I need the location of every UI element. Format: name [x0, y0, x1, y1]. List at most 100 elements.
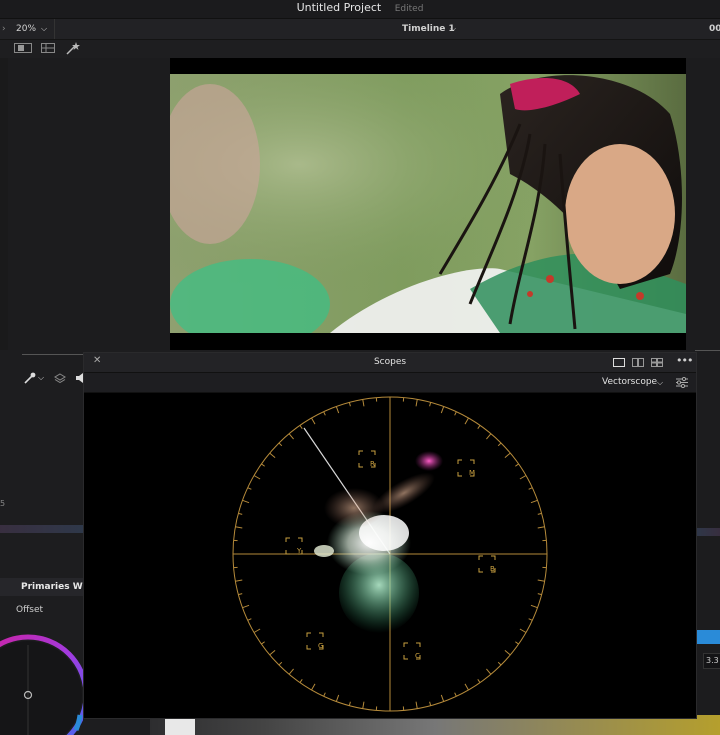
- more-icon[interactable]: •••: [676, 354, 693, 367]
- graticule-tick: [323, 692, 326, 697]
- graticule-tick: [497, 661, 502, 666]
- primaries-tab[interactable]: Primaries Whe: [0, 578, 95, 596]
- graticule-tick: [486, 668, 492, 675]
- target-label-c: C: [415, 652, 420, 660]
- graticule-tick: [247, 487, 252, 490]
- target-label-y: Y: [296, 547, 302, 555]
- graticule-tick: [247, 618, 252, 621]
- graticule-tick: [537, 593, 542, 596]
- graticule-tick: [362, 701, 365, 709]
- chevron-down-icon[interactable]: ⌵: [38, 373, 44, 383]
- project-status: Edited: [394, 4, 424, 14]
- graticule-tick: [440, 406, 445, 414]
- strip-handle[interactable]: [165, 717, 195, 735]
- graticule-tick: [530, 604, 538, 609]
- graticule-tick: [486, 433, 492, 440]
- vectorscope-trace: [314, 451, 443, 633]
- graticule-tick: [261, 641, 265, 645]
- media-strip: [0, 58, 8, 350]
- graticule-tick: [269, 650, 276, 656]
- speaker-icon[interactable]: [76, 373, 83, 383]
- project-title: Untitled Project Edited: [0, 0, 720, 17]
- graticule-tick: [348, 701, 351, 706]
- graticule-tick: [515, 641, 519, 645]
- graticule-tick: [429, 701, 432, 706]
- scope-settings-icon[interactable]: [676, 377, 688, 388]
- graticule-tick: [253, 628, 261, 633]
- divider: [22, 354, 83, 355]
- offset-color-wheel[interactable]: [0, 620, 83, 735]
- accent-bar: [695, 630, 720, 644]
- title-bar: Untitled Project Edited: [0, 0, 720, 19]
- viewer-toolbar: › 20% ⌵ Timeline 1 ⌵ 00: [0, 19, 720, 40]
- magic-wand-icon[interactable]: [66, 42, 80, 55]
- timeline-track: [695, 528, 720, 536]
- graticule-tick: [235, 526, 243, 529]
- graticule-tick: [454, 411, 457, 416]
- graticule-tick: [528, 618, 533, 621]
- graticule-tick: [288, 668, 294, 675]
- vectorscope-plot: R M B C G Y: [232, 396, 548, 712]
- graticule-tick: [299, 679, 303, 683]
- graticule-tick: [362, 399, 365, 407]
- graticule-tick: [311, 417, 316, 425]
- viewer-subtoolbar: [0, 40, 720, 56]
- graticule-tick: [238, 593, 243, 596]
- graticule-tick: [477, 425, 481, 429]
- scopes-header: ✕ Scopes •••: [84, 353, 696, 373]
- offset-label: Offset: [16, 605, 44, 615]
- graticule-tick: [335, 406, 340, 414]
- graticule-tick: [299, 425, 303, 429]
- graticule-tick: [269, 452, 276, 458]
- divider: [695, 350, 720, 351]
- scopes-window: ✕ Scopes ••• Vectorscope ⌵ R M B C G Y: [83, 352, 697, 719]
- graticule-tick: [440, 694, 445, 702]
- zoom-select[interactable]: 20% ⌵: [8, 19, 55, 39]
- left-edge-marker: ›: [2, 24, 6, 34]
- quad-view-icon[interactable]: [651, 358, 663, 367]
- right-tool-panel: 3.3 :: [693, 350, 720, 735]
- value-field[interactable]: 3.3: [703, 653, 720, 669]
- graticule-tick: [464, 683, 469, 691]
- graticule-tick: [238, 512, 243, 515]
- scopes-subheader: Vectorscope ⌵: [84, 373, 696, 393]
- graticule-tick: [261, 463, 265, 467]
- chevron-down-icon: ⌵: [657, 378, 664, 387]
- single-view-icon[interactable]: [613, 358, 625, 367]
- graticule-tick: [415, 701, 418, 709]
- clip-view-icon[interactable]: [14, 43, 32, 53]
- chevron-down-icon: ⌵: [41, 24, 48, 33]
- graticule-tick: [454, 692, 457, 697]
- dual-view-icon[interactable]: [632, 358, 644, 367]
- graticule-tick: [537, 512, 542, 515]
- scope-mode-select[interactable]: Vectorscope ⌵: [599, 373, 669, 392]
- graticule-tick: [429, 402, 432, 407]
- target-label-m: M: [469, 469, 475, 477]
- graticule-tick: [335, 694, 340, 702]
- target-label-g: G: [318, 642, 323, 650]
- layers-icon[interactable]: [54, 373, 66, 383]
- timeline-name: Timeline 1: [402, 24, 455, 34]
- graticule-tick: [528, 487, 533, 490]
- grid-view-icon[interactable]: [41, 43, 55, 53]
- graticule-tick: [348, 402, 351, 407]
- video-image: [170, 74, 686, 333]
- graticule-tick: [519, 475, 527, 480]
- zoom-value: 20%: [16, 24, 37, 34]
- target-label-b: B: [490, 565, 495, 573]
- graticule-tick: [415, 399, 418, 407]
- graticule-tick: [537, 579, 545, 582]
- graticule-tick: [477, 679, 481, 683]
- graticule-tick: [504, 650, 511, 656]
- eyedropper-icon[interactable]: [24, 372, 36, 384]
- graticule-tick: [235, 579, 243, 582]
- graticule-tick: [504, 452, 511, 458]
- chevron-down-icon: ⌵: [450, 24, 457, 33]
- timecode: 00: [709, 24, 720, 34]
- graticule-tick: [530, 499, 538, 504]
- marker-label: 5: [0, 499, 6, 508]
- timeline-select[interactable]: Timeline 1 ⌵: [400, 19, 462, 39]
- graticule-tick: [537, 526, 545, 529]
- timeline-track: [0, 525, 83, 533]
- graticule-tick: [519, 628, 527, 633]
